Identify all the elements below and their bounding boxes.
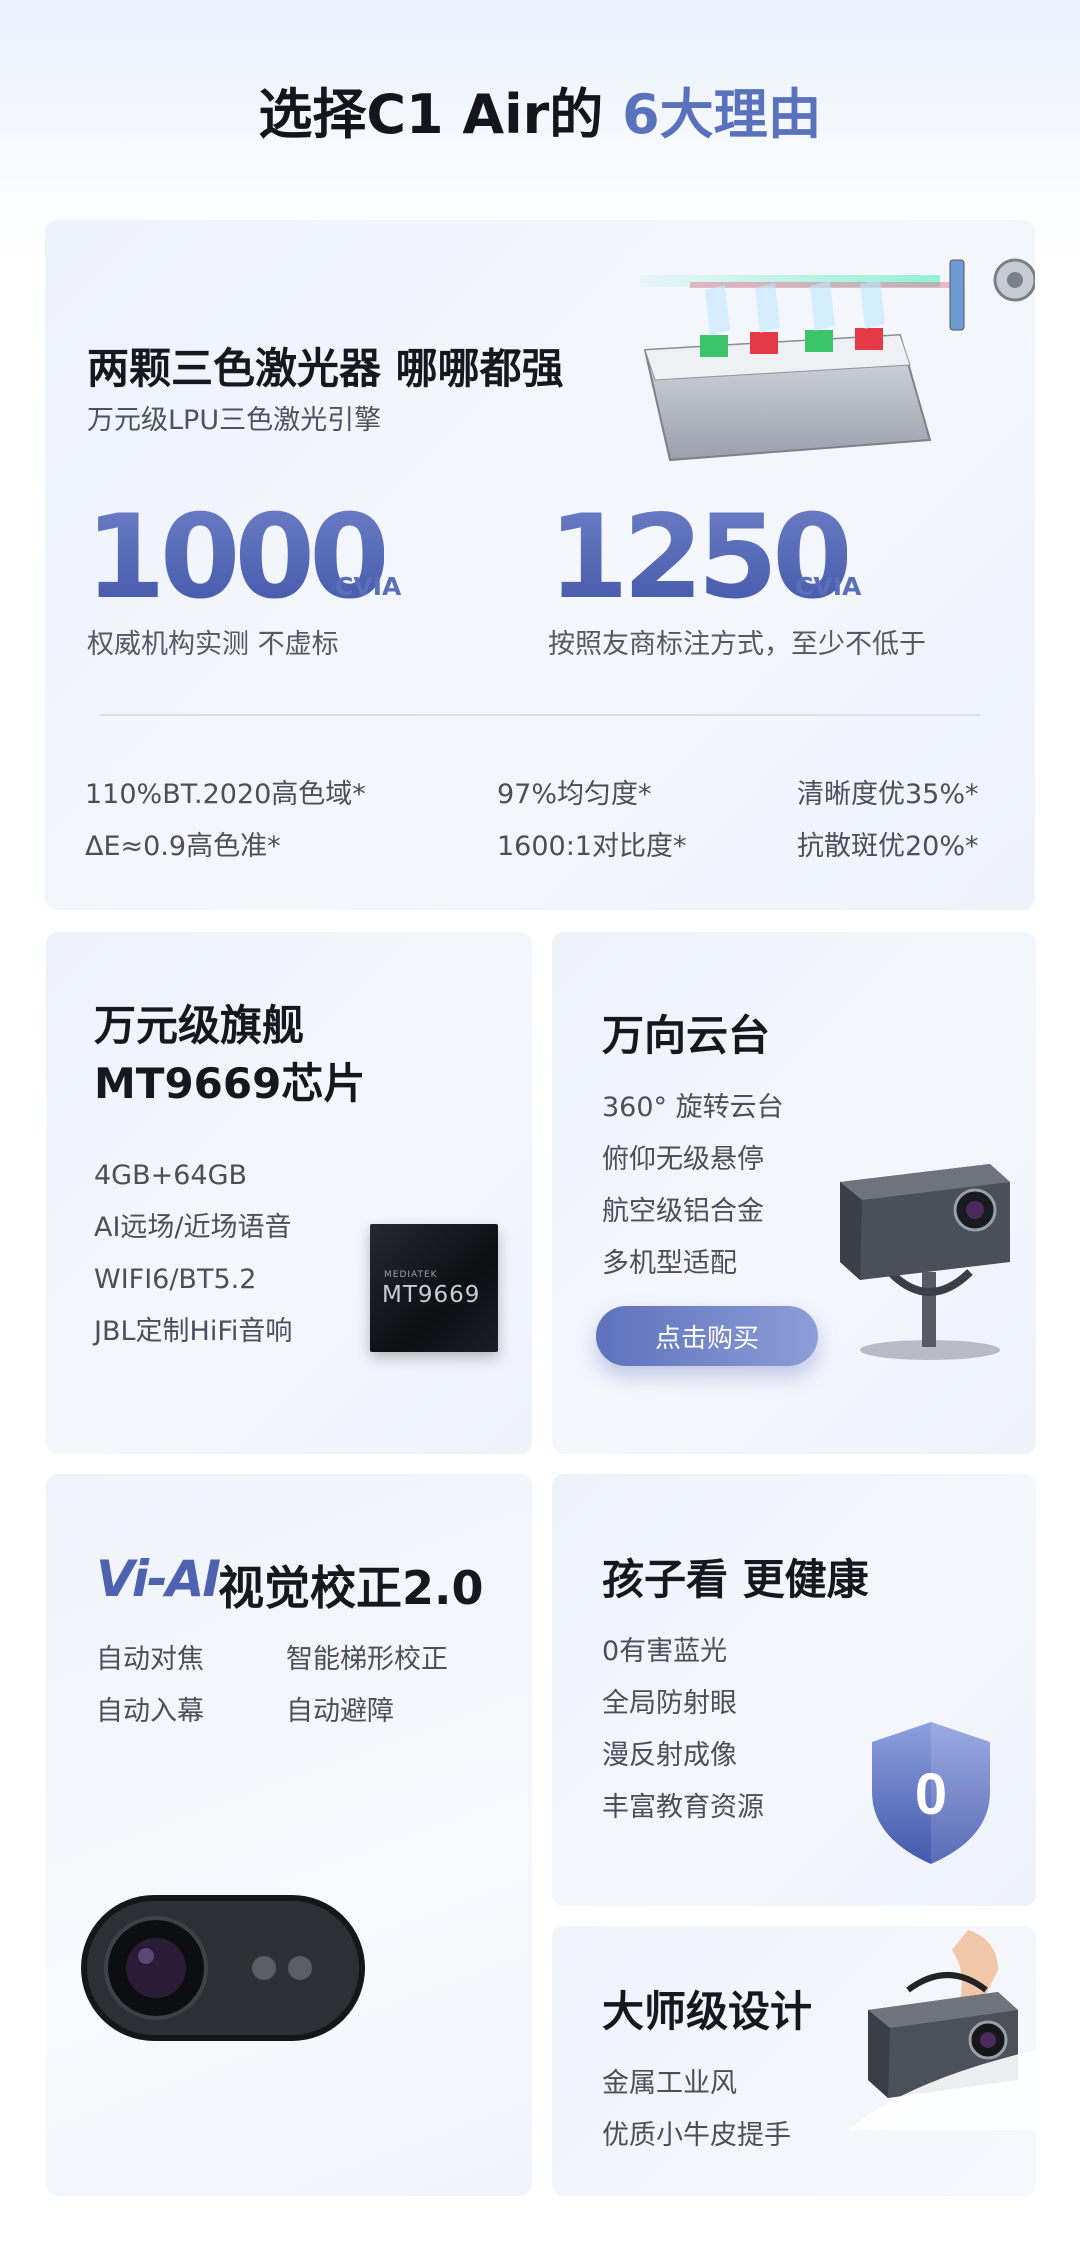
- hand-holding-projector-image: [848, 1930, 1036, 2130]
- list-item: 全局防射眼: [602, 1688, 737, 1719]
- stat1-caption: 权威机构实测 不虚标: [87, 629, 339, 660]
- design-feature-list: 金属工业风 优质小牛皮提手: [602, 2058, 791, 2162]
- feature-item: 自动入幕: [96, 1696, 204, 1727]
- stat2-unit: CVIA: [795, 572, 862, 601]
- feature-item: 智能梯形校正: [286, 1644, 448, 1675]
- gimbal-card: 万向云台 360° 旋转云台 俯仰无级悬停 航空级铝合金 多机型适配 点击购买: [552, 932, 1036, 1454]
- list-item: 金属工业风: [602, 2068, 737, 2099]
- chip-title-line2: MT9669芯片: [94, 1059, 366, 1108]
- list-item: 优质小牛皮提手: [602, 2120, 791, 2151]
- feature-item: 自动对焦: [96, 1644, 204, 1675]
- laser-module-image: [640, 258, 1035, 462]
- shield-text: 0: [915, 1762, 947, 1827]
- page-title: 选择C1 Air的 6大理由: [0, 70, 1080, 149]
- eye-care-title: 孩子看 更健康: [602, 1555, 869, 1604]
- chip-model-label: MT9669: [382, 1282, 481, 1308]
- laser-card: 两颗三色激光器 哪哪都强 万元级LPU三色激光引擎 1000 CVIA 权威机构…: [45, 220, 1035, 910]
- buy-button[interactable]: 点击购买: [596, 1306, 818, 1366]
- list-item: 航空级铝合金: [602, 1196, 764, 1227]
- spec-item: 97%均匀度*: [497, 779, 652, 810]
- list-item: 360° 旋转云台: [602, 1092, 784, 1123]
- laser-subtitle: 万元级LPU三色激光引擎: [87, 405, 382, 436]
- list-item: 俯仰无级悬停: [602, 1144, 764, 1175]
- title-main: 选择C1 Air的: [258, 83, 623, 146]
- chip-title: 万元级旗舰 MT9669芯片: [94, 997, 365, 1113]
- vi-ai-logo: Vi-AI: [96, 1550, 221, 1608]
- gimbal-feature-list: 360° 旋转云台 俯仰无级悬停 航空级铝合金 多机型适配: [602, 1082, 784, 1290]
- chip-image: MEDIATEK MT9669: [370, 1224, 498, 1352]
- vi-ai-card: Vi-AI 视觉校正2.0 自动对焦 智能梯形校正 自动入幕 自动避障: [46, 1474, 532, 2196]
- list-item: 0有害蓝光: [602, 1636, 728, 1667]
- laser-title: 两颗三色激光器 哪哪都强: [87, 344, 564, 393]
- stat2-value: 1250: [548, 490, 853, 625]
- spec-item: 抗散斑优20%*: [797, 831, 979, 862]
- spec-item: ΔE≈0.9高色准*: [85, 831, 281, 862]
- camera-module-image: [81, 1895, 365, 2041]
- spec-item: 110%BT.2020高色域*: [85, 779, 366, 810]
- projector-on-stand-image: [840, 1164, 1010, 1360]
- chip-card: 万元级旗舰 MT9669芯片 4GB+64GB AI远场/近场语音 WIFI6/…: [46, 932, 532, 1454]
- vi-ai-title: 视觉校正2.0: [218, 1561, 484, 1615]
- list-item: 漫反射成像: [602, 1740, 737, 1771]
- divider: [100, 714, 980, 716]
- list-item: WIFI6/BT5.2: [94, 1264, 257, 1295]
- list-item: 4GB+64GB: [94, 1160, 248, 1191]
- eye-care-feature-list: 0有害蓝光 全局防射眼 漫反射成像 丰富教育资源: [602, 1626, 764, 1834]
- list-item: AI远场/近场语音: [94, 1212, 292, 1243]
- title-accent: 6大理由: [622, 83, 822, 146]
- list-item: JBL定制HiFi音响: [94, 1316, 293, 1347]
- stat2-caption: 按照友商标注方式，至少不低于: [548, 629, 926, 660]
- design-title: 大师级设计: [602, 1987, 813, 2036]
- spec-item: 清晰度优35%*: [797, 779, 979, 810]
- eye-care-card: 孩子看 更健康 0有害蓝光 全局防射眼 漫反射成像 丰富教育资源 0: [552, 1474, 1036, 1906]
- stat1-value: 1000: [85, 490, 390, 625]
- stat1-unit: CVIA: [335, 572, 402, 601]
- list-item: 多机型适配: [602, 1248, 737, 1279]
- list-item: 丰富教育资源: [602, 1792, 764, 1823]
- design-card: 大师级设计 金属工业风 优质小牛皮提手: [552, 1926, 1036, 2196]
- chip-feature-list: 4GB+64GB AI远场/近场语音 WIFI6/BT5.2 JBL定制HiFi…: [94, 1150, 292, 1358]
- chip-brand-label: MEDIATEK: [384, 1270, 438, 1280]
- shield-icon: 0: [872, 1722, 990, 1864]
- spec-item: 1600:1对比度*: [497, 831, 687, 862]
- chip-title-line1: 万元级旗舰: [94, 1001, 305, 1050]
- gimbal-title: 万向云台: [602, 1011, 771, 1060]
- feature-item: 自动避障: [286, 1696, 394, 1727]
- vi-ai-feature-grid: 自动对焦 智能梯形校正 自动入幕 自动避障: [96, 1634, 496, 1738]
